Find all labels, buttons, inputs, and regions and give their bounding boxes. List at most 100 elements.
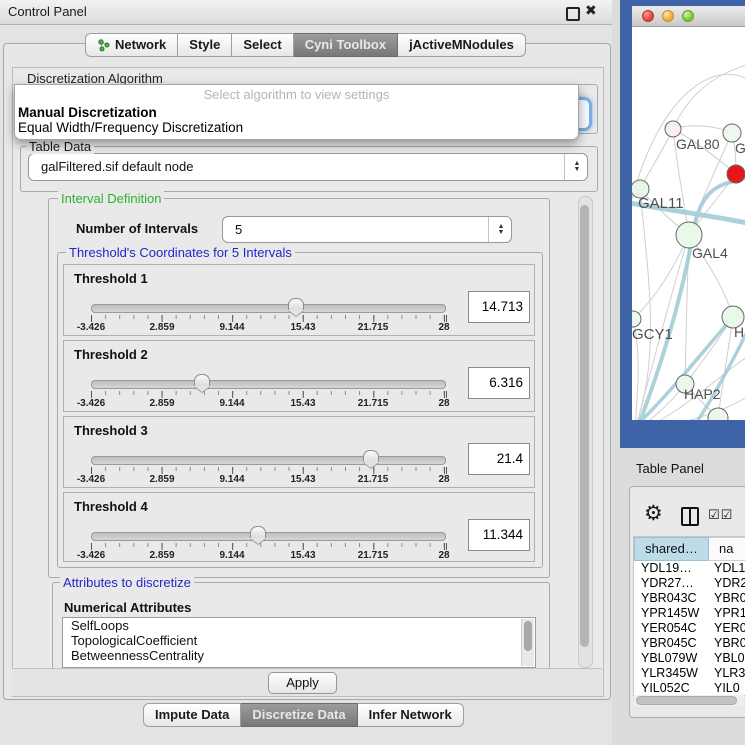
tick-label: 28 — [438, 550, 449, 561]
table-row[interactable]: YLR345WYLR3 — [634, 666, 745, 681]
interval-definition-label: Interval Definition — [58, 191, 164, 206]
slider-ticks — [91, 467, 447, 474]
main-scrollbar-thumb[interactable] — [580, 205, 589, 647]
threshold-4-slider-thumb[interactable] — [250, 526, 266, 538]
tick-label: -3.426 — [77, 322, 105, 333]
minimize-traffic-light-icon[interactable] — [662, 10, 674, 22]
network-canvas[interactable]: GAL80 GA GAL11 GAL4 GCY1 H HAP2 — [632, 27, 745, 420]
network-icon — [97, 39, 110, 52]
gear-icon[interactable]: ⚙ — [644, 501, 663, 526]
dropdown-option-equal-width[interactable]: Equal Width/Frequency Discretization — [18, 120, 243, 135]
tick-label: -3.426 — [77, 474, 105, 485]
tick-label: 9.144 — [219, 550, 244, 561]
number-of-intervals-label: Number of Intervals — [76, 221, 198, 236]
select-checkboxes-icon[interactable]: ☑☑ — [708, 507, 733, 523]
numerical-attributes-heading: Numerical Attributes — [64, 600, 191, 615]
network-window: GAL80 GA GAL11 GAL4 GCY1 H HAP2 — [632, 6, 745, 420]
tab-network[interactable]: Network — [85, 33, 178, 57]
tick-label: 28 — [438, 398, 449, 409]
tab-jactivemnodules[interactable]: jActiveMNodules — [398, 33, 526, 57]
threshold-1-slider-thumb[interactable] — [288, 298, 304, 310]
tick-label: 15.43 — [290, 550, 315, 561]
tick-label: 2.859 — [149, 550, 174, 561]
table-row[interactable]: YER054CYER0 — [634, 621, 745, 636]
apply-button[interactable]: Apply — [268, 672, 337, 694]
threshold-4-value-field[interactable]: 11.344 — [468, 519, 530, 551]
control-panel-title: Control Panel — [8, 0, 87, 24]
threshold-2-slider-thumb[interactable] — [194, 374, 210, 386]
table-hscrollbar[interactable] — [634, 695, 744, 706]
threshold-2-panel: Threshold 2 -3.426 2.859 9.144 15.43 21.… — [63, 340, 535, 412]
tick-label: 9.144 — [219, 474, 244, 485]
threshold-2-label: Threshold 2 — [74, 347, 148, 362]
tab-cyni-toolbox[interactable]: Cyni Toolbox — [294, 33, 398, 57]
tab-infer-network[interactable]: Infer Network — [358, 703, 464, 727]
list-scrollbar[interactable] — [521, 619, 534, 666]
number-of-intervals-combobox[interactable]: 5 ▲▼ — [222, 216, 512, 243]
float-window-icon[interactable] — [566, 7, 580, 21]
label-gal4: GAL4 — [692, 245, 728, 261]
main-scrollbar[interactable] — [578, 196, 593, 668]
table-row[interactable]: YBL079WYBL0 — [634, 651, 745, 666]
table-data-combobox[interactable]: galFiltered.sif default node ▲▼ — [28, 153, 588, 181]
threshold-4-panel: Threshold 4 -3.426 2.859 9.144 15.43 21.… — [63, 492, 535, 562]
threshold-2-value-field[interactable]: 6.316 — [468, 367, 530, 399]
combo-stepper-icon[interactable]: ▲▼ — [488, 217, 507, 242]
threshold-1-slider-track[interactable] — [91, 304, 446, 313]
list-item[interactable]: BetweennessCentrality — [63, 648, 535, 663]
slider-ticks — [91, 391, 447, 398]
tab-select[interactable]: Select — [232, 33, 293, 57]
dropdown-option-manual[interactable]: Manual Discretization — [18, 105, 157, 120]
list-item[interactable]: TopologicalCoefficient — [63, 633, 535, 648]
threshold-3-slider-thumb[interactable] — [363, 450, 379, 462]
tick-label: 21.715 — [358, 398, 389, 409]
tick-label: 21.715 — [358, 474, 389, 485]
network-window-titlebar[interactable] — [632, 6, 745, 27]
threshold-3-panel: Threshold 3 -3.426 2.859 9.144 15.43 21.… — [63, 416, 535, 488]
tab-discretize-data[interactable]: Discretize Data — [241, 703, 357, 727]
dropdown-placeholder-item[interactable]: Select algorithm to view settings — [15, 87, 578, 102]
combo-stepper-icon[interactable]: ▲▼ — [564, 154, 583, 180]
columns-icon[interactable] — [681, 507, 699, 526]
column-header-shared[interactable]: shared… — [634, 537, 709, 561]
table-row[interactable]: YBR045CYBR0 — [634, 636, 745, 651]
thresholds-group-label: Threshold's Coordinates for 5 Intervals — [66, 245, 295, 260]
table-row[interactable]: YPR145WYPR1 — [634, 606, 745, 621]
threshold-1-value-field[interactable]: 14.713 — [468, 291, 530, 323]
threshold-4-slider-track[interactable] — [91, 532, 446, 541]
tick-label: 2.859 — [149, 322, 174, 333]
threshold-3-value-field[interactable]: 21.4 — [468, 443, 530, 475]
network-nodes[interactable] — [632, 121, 745, 420]
node-gcy1 — [632, 311, 641, 327]
close-traffic-light-icon[interactable] — [642, 10, 654, 22]
column-header-name[interactable]: na — [709, 537, 745, 561]
tick-label: 15.43 — [290, 398, 315, 409]
threshold-2-slider-track[interactable] — [91, 380, 446, 389]
list-scrollbar-thumb[interactable] — [524, 621, 532, 651]
table-row[interactable]: YBR043CYBR0 — [634, 591, 745, 606]
threshold-1-panel: Threshold 1 -3.426 2.859 9.144 15.43 21.… — [63, 264, 535, 336]
table-row[interactable]: YDL19…YDL1 — [634, 561, 745, 576]
zoom-traffic-light-icon[interactable] — [682, 10, 694, 22]
label-hap2: HAP2 — [684, 386, 721, 402]
tick-label: -3.426 — [77, 550, 105, 561]
label-gal11: GAL11 — [638, 195, 684, 212]
node-red-highlighted — [727, 165, 745, 183]
slider-ticks — [91, 543, 447, 550]
number-of-intervals-value: 5 — [235, 217, 242, 242]
label-gal80: GAL80 — [676, 136, 720, 152]
node-table[interactable]: shared… na YDL19…YDL1 YDR27…YDR2 YBR043C… — [633, 536, 745, 696]
threshold-3-label: Threshold 3 — [74, 423, 148, 438]
slider-ticks — [91, 315, 447, 322]
tab-impute-data[interactable]: Impute Data — [143, 703, 241, 727]
numerical-attributes-list[interactable]: SelfLoops TopologicalCoefficient Between… — [62, 617, 536, 668]
list-item[interactable]: SelfLoops — [63, 618, 535, 633]
threshold-3-slider-track[interactable] — [91, 456, 446, 465]
close-icon[interactable]: ✖ — [585, 2, 597, 19]
table-row[interactable]: YDR27…YDR2 — [634, 576, 745, 591]
label-gcy1: GCY1 — [632, 326, 673, 343]
tick-label: 21.715 — [358, 550, 389, 561]
table-hscrollbar-thumb[interactable] — [636, 696, 737, 705]
table-row[interactable]: YIL052CYIL0 — [634, 681, 745, 696]
tab-style[interactable]: Style — [178, 33, 232, 57]
